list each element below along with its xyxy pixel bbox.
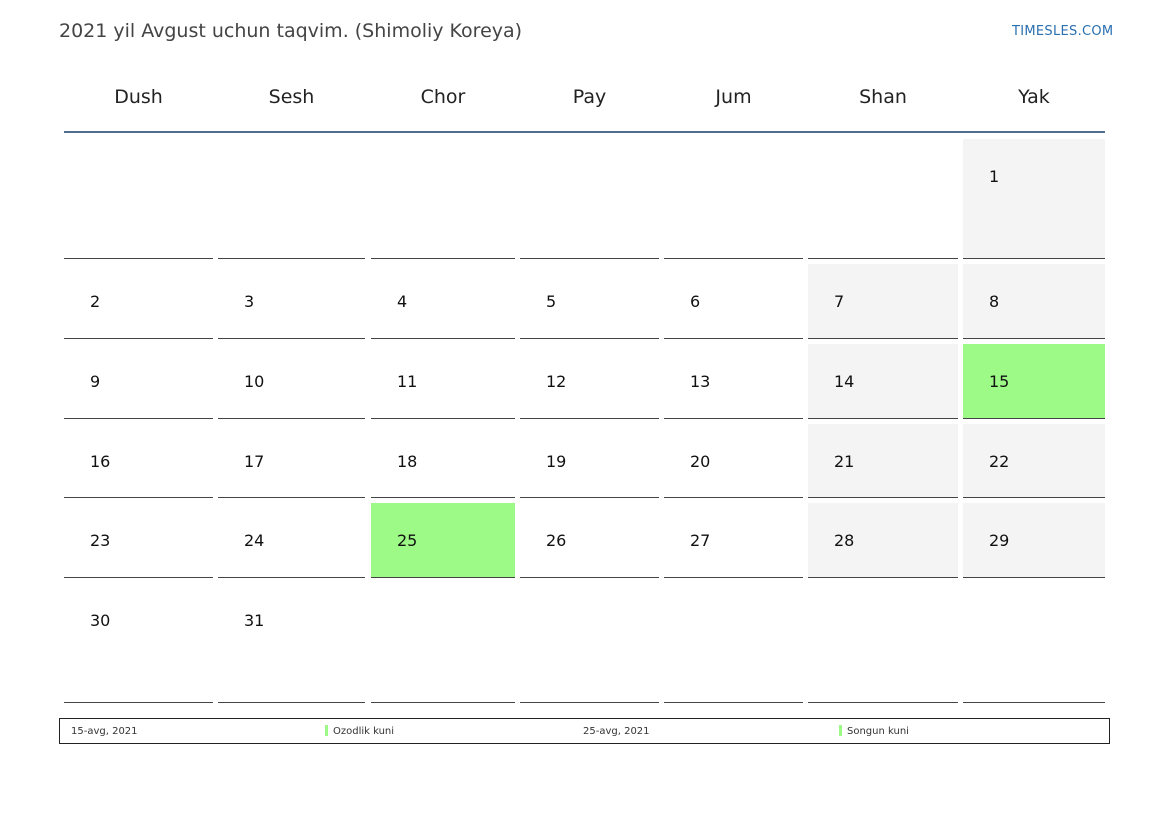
day-cell-14[interactable]: 14	[808, 344, 958, 419]
day-cell-13[interactable]: 13	[664, 344, 803, 419]
day-cell-9[interactable]: 9	[64, 344, 213, 419]
day-number: 28	[834, 531, 855, 550]
day-cell-20[interactable]: 20	[664, 424, 803, 498]
day-cell-2[interactable]: 2	[64, 264, 213, 339]
header-divider	[64, 131, 1105, 133]
day-number: 6	[690, 292, 701, 311]
day-number: 7	[834, 292, 845, 311]
weekday-sesh: Sesh	[268, 86, 315, 108]
day-cell-4[interactable]: 4	[371, 264, 515, 339]
day-number: 5	[546, 292, 557, 311]
empty-cell	[371, 139, 515, 259]
day-number: 18	[397, 452, 418, 471]
day-cell-28[interactable]: 28	[808, 503, 958, 578]
day-cell-15[interactable]: 15	[963, 344, 1105, 419]
weekday-dush: Dush	[114, 86, 163, 108]
day-number: 21	[834, 452, 855, 471]
day-cell-1[interactable]: 1	[963, 139, 1105, 259]
legend-name-1: Ozodlik kuni	[333, 726, 395, 737]
holiday-legend: 15-avg, 2021 Ozodlik kuni 25-avg, 2021 S…	[59, 718, 1110, 744]
weekday-jum: Jum	[715, 86, 752, 108]
empty-cell	[520, 583, 659, 703]
day-number: 23	[90, 531, 111, 550]
day-number: 24	[244, 531, 265, 550]
day-cell-19[interactable]: 19	[520, 424, 659, 498]
day-cell-27[interactable]: 27	[664, 503, 803, 578]
day-cell-6[interactable]: 6	[664, 264, 803, 339]
day-number: 14	[834, 372, 855, 391]
day-cell-11[interactable]: 11	[371, 344, 515, 419]
weekday-yak: Yak	[1018, 86, 1050, 108]
day-number: 27	[690, 531, 711, 550]
day-cell-8[interactable]: 8	[963, 264, 1105, 339]
empty-cell	[664, 139, 803, 259]
day-number: 30	[90, 611, 111, 630]
day-number: 25	[397, 531, 418, 550]
day-cell-18[interactable]: 18	[371, 424, 515, 498]
day-number: 11	[397, 372, 418, 391]
day-number: 15	[989, 372, 1010, 391]
day-number: 1	[989, 167, 1000, 186]
legend-date-2: 25-avg, 2021	[583, 726, 650, 737]
day-number: 12	[546, 372, 567, 391]
day-number: 29	[989, 531, 1010, 550]
empty-cell	[808, 139, 958, 259]
day-cell-25[interactable]: 25	[371, 503, 515, 578]
weekday-header: Dush Sesh Chor Pay Jum Shan Yak	[64, 86, 1105, 116]
page-title: 2021 yil Avgust uchun taqvim. (Shimoliy …	[59, 20, 523, 42]
weekday-pay: Pay	[572, 86, 607, 108]
weekday-chor: Chor	[420, 86, 466, 108]
day-cell-3[interactable]: 3	[218, 264, 365, 339]
day-number: 17	[244, 452, 265, 471]
day-cell-23[interactable]: 23	[64, 503, 213, 578]
day-cell-21[interactable]: 21	[808, 424, 958, 498]
day-number: 9	[90, 372, 101, 391]
empty-cell	[64, 139, 213, 259]
day-cell-29[interactable]: 29	[963, 503, 1105, 578]
day-cell-17[interactable]: 17	[218, 424, 365, 498]
day-cell-26[interactable]: 26	[520, 503, 659, 578]
day-cell-10[interactable]: 10	[218, 344, 365, 419]
day-cell-30[interactable]: 30	[64, 583, 213, 703]
day-number: 10	[244, 372, 265, 391]
empty-cell	[664, 583, 803, 703]
day-cell-22[interactable]: 22	[963, 424, 1105, 498]
day-number: 4	[397, 292, 408, 311]
day-number: 13	[690, 372, 711, 391]
empty-cell	[808, 583, 958, 703]
legend-date-1: 15-avg, 2021	[71, 726, 138, 737]
day-number: 26	[546, 531, 567, 550]
day-number: 8	[989, 292, 1000, 311]
day-number: 2	[90, 292, 101, 311]
brand-link[interactable]: TIMESLES.COM	[1012, 24, 1113, 39]
day-cell-31[interactable]: 31	[218, 583, 365, 703]
day-cell-12[interactable]: 12	[520, 344, 659, 419]
day-cell-5[interactable]: 5	[520, 264, 659, 339]
empty-cell	[963, 583, 1105, 703]
day-number: 20	[690, 452, 711, 471]
empty-cell	[520, 139, 659, 259]
day-number: 19	[546, 452, 567, 471]
day-number: 22	[989, 452, 1010, 471]
day-cell-16[interactable]: 16	[64, 424, 213, 498]
weekday-shan: Shan	[859, 86, 907, 108]
empty-cell	[371, 583, 515, 703]
day-number: 31	[244, 611, 265, 630]
day-cell-24[interactable]: 24	[218, 503, 365, 578]
day-cell-7[interactable]: 7	[808, 264, 958, 339]
empty-cell	[218, 139, 365, 259]
legend-color-1	[325, 725, 328, 736]
day-number: 16	[90, 452, 111, 471]
legend-color-2	[839, 725, 842, 736]
legend-name-2: Songun kuni	[847, 726, 909, 737]
day-number: 3	[244, 292, 255, 311]
